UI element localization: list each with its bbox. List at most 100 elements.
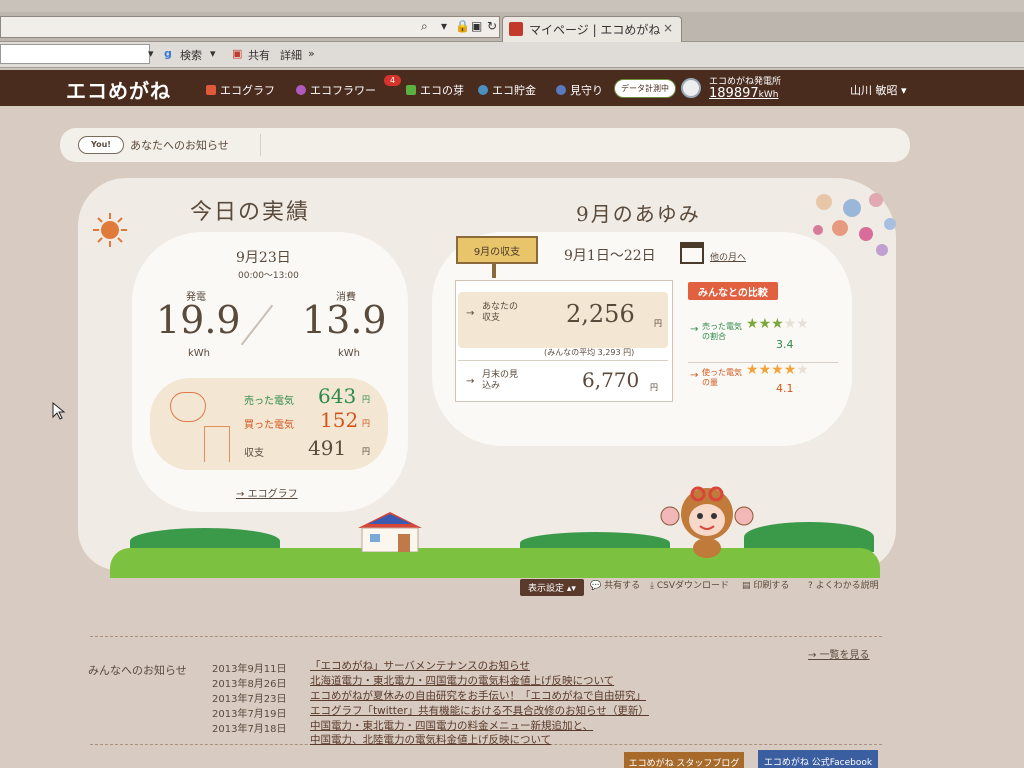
forecast-label: 月末の見込み	[482, 370, 519, 392]
tab-close-icon[interactable]: ×	[663, 21, 673, 35]
facebook-button[interactable]: エコめがね 公式Facebook	[758, 750, 878, 768]
browser-tab[interactable]: マイページ | エコめがね ×	[502, 16, 682, 42]
site-logo[interactable]: エコめがね	[66, 75, 171, 104]
download-icon: ⤓	[650, 581, 654, 591]
month-balance-sign: 9月の収支	[456, 236, 538, 264]
gauge-icon	[681, 78, 701, 98]
nav-label: エコグラフ	[220, 84, 275, 97]
month-title: 9月のあゆみ	[576, 202, 701, 226]
generation-unit: kWh	[188, 348, 211, 359]
divider-dashed	[90, 636, 882, 637]
news-title-link[interactable]: 北海道電力・東北電力・四国電力の電気料金値上げ反映について	[310, 673, 614, 688]
news-heading: みんなへのお知らせ	[88, 664, 187, 677]
used-amount-value: 4.1	[776, 382, 794, 395]
toolbar-search-button[interactable]: 検索	[180, 47, 202, 63]
plant-kwh: 189897	[709, 86, 759, 101]
news-title-link[interactable]: エコめがねが夏休みの自由研究をお手伝い！「エコめがねで自由研究」	[310, 688, 646, 703]
news-date: 2013年7月19日	[212, 709, 287, 720]
help-button[interactable]: ? よくわかる説明	[808, 578, 879, 591]
notice-bar[interactable]: You! あなたへのお知らせ	[60, 128, 910, 162]
sprout-icon	[406, 85, 416, 95]
other-month-link[interactable]: 他の月へ	[710, 250, 746, 263]
nav-eco-sprout[interactable]: エコの芽	[406, 82, 464, 98]
news-date: 2013年9月11日	[212, 664, 287, 675]
display-settings-button[interactable]: 表示設定 ▴▾	[520, 579, 584, 596]
user-menu[interactable]: 山川 敏昭 ▾	[850, 82, 907, 98]
today-title: 今日の実績	[190, 200, 311, 225]
nav-eco-flower[interactable]: エコフラワー	[296, 82, 376, 98]
browser-chrome: ⌕ ▾ 🔒 ▣ ↻ マイページ | エコめがね × ▾ g 検索 ▾ ▣ 共有 …	[0, 0, 1024, 70]
arrow-right-icon: →	[690, 324, 699, 335]
sold-ratio-value: 3.4	[776, 338, 794, 351]
nav-label: 見守り	[570, 84, 603, 97]
sold-ratio-stars: ★★★★★	[746, 316, 809, 332]
sold-yen: 円	[362, 395, 370, 404]
eco-graph-link[interactable]: → エコグラフ	[236, 485, 298, 500]
sign-post	[492, 264, 496, 278]
balance-yen: 円	[362, 447, 370, 456]
dropdown-icon[interactable]: ▾	[441, 19, 447, 33]
flower-icon	[296, 85, 306, 95]
star-icon: ★	[758, 362, 772, 378]
nav-label: エコの芽	[420, 84, 464, 97]
purse-icon	[170, 392, 206, 422]
plant-unit: kWh	[758, 90, 779, 100]
forecast-yen: 円	[650, 383, 658, 392]
news-more-link[interactable]: → 一覧を見る	[808, 646, 870, 661]
news-title-link[interactable]: 「エコめがね」サーバメンテナンスのお知らせ	[310, 658, 530, 673]
caret-down-icon: ▾	[901, 84, 907, 97]
eco-graph-link-label: エコグラフ	[247, 489, 298, 500]
star-icon: ★	[771, 362, 784, 378]
compat-icon[interactable]: ▣	[471, 19, 482, 33]
share-button[interactable]: 💬 共有する	[590, 578, 640, 591]
star-icon: ★	[771, 316, 784, 332]
news-date: 2013年7月18日	[212, 724, 287, 735]
refresh-icon[interactable]: ↻	[487, 19, 497, 33]
news-title-link-continuation[interactable]: 中国電力、北陸電力の電気料金値上げ反映について	[310, 732, 551, 747]
star-icon: ★	[758, 316, 772, 332]
address-bar[interactable]: ⌕ ▾ 🔒 ▣ ↻	[0, 16, 500, 38]
news-more-label: 一覧を見る	[819, 650, 870, 661]
sun-icon	[93, 213, 127, 247]
your-balance-label: あなたの収支	[482, 302, 519, 324]
arrow-right-icon: →	[466, 376, 475, 387]
csv-download-button[interactable]: ⤓ CSVダウンロード	[650, 578, 729, 591]
toolbar-dropdown-icon[interactable]: ▾	[148, 47, 154, 60]
calendar-icon[interactable]	[680, 242, 704, 264]
chat-icon: 💬	[590, 581, 602, 591]
forecast-value: 6,770	[582, 368, 640, 392]
nav-eco-graph[interactable]: エコグラフ	[206, 82, 275, 98]
you-badge: You!	[78, 136, 124, 154]
toolbar-detail-button[interactable]: 詳細	[280, 47, 302, 63]
your-balance-yen: 円	[654, 319, 662, 328]
printer-icon: ▤	[742, 581, 751, 591]
nav-eco-savings[interactable]: エコ貯金	[478, 82, 536, 98]
help-label: よくわかる説明	[815, 581, 879, 591]
print-button[interactable]: ▤ 印刷する	[742, 578, 789, 591]
staff-blog-button[interactable]: エコめがね スタッフブログ	[624, 752, 744, 768]
divider	[458, 360, 668, 361]
star-icon: ★	[796, 362, 809, 378]
news-title-link[interactable]: 中国電力・東北電力・四国電力の料金メニュー新規追加と、	[310, 718, 593, 733]
news-title-link[interactable]: エコグラフ「twitter」共有機能における不具合改修のお知らせ（更新）	[310, 703, 649, 718]
notification-badge: 4	[384, 75, 402, 86]
plant-value[interactable]: 189897kWh	[709, 86, 778, 101]
toolbar-share-button[interactable]: 共有	[248, 47, 270, 63]
power-pylon-icon	[204, 426, 230, 462]
toolbar-search-dropdown-icon[interactable]: ▾	[210, 47, 216, 60]
toolbar-search-box[interactable]	[0, 44, 150, 64]
nav-watch[interactable]: 見守り	[556, 82, 603, 98]
display-settings-label: 表示設定	[528, 584, 565, 594]
generation-value: 19.9	[156, 298, 241, 342]
search-icon[interactable]: ⌕	[421, 19, 428, 34]
sold-value: 643	[318, 384, 357, 408]
nav-label: エコフラワー	[310, 84, 376, 97]
question-icon: ?	[808, 581, 813, 591]
your-balance-value: 2,256	[566, 300, 635, 328]
toolbar-more-icon[interactable]: »	[308, 47, 315, 60]
share-site-icon: ▣	[232, 47, 243, 60]
consumption-unit: kWh	[338, 348, 361, 359]
browser-toolbar: ▾ g 検索 ▾ ▣ 共有 詳細 »	[0, 42, 1024, 68]
star-icon: ★	[783, 362, 797, 378]
balance-value: 491	[308, 436, 347, 460]
